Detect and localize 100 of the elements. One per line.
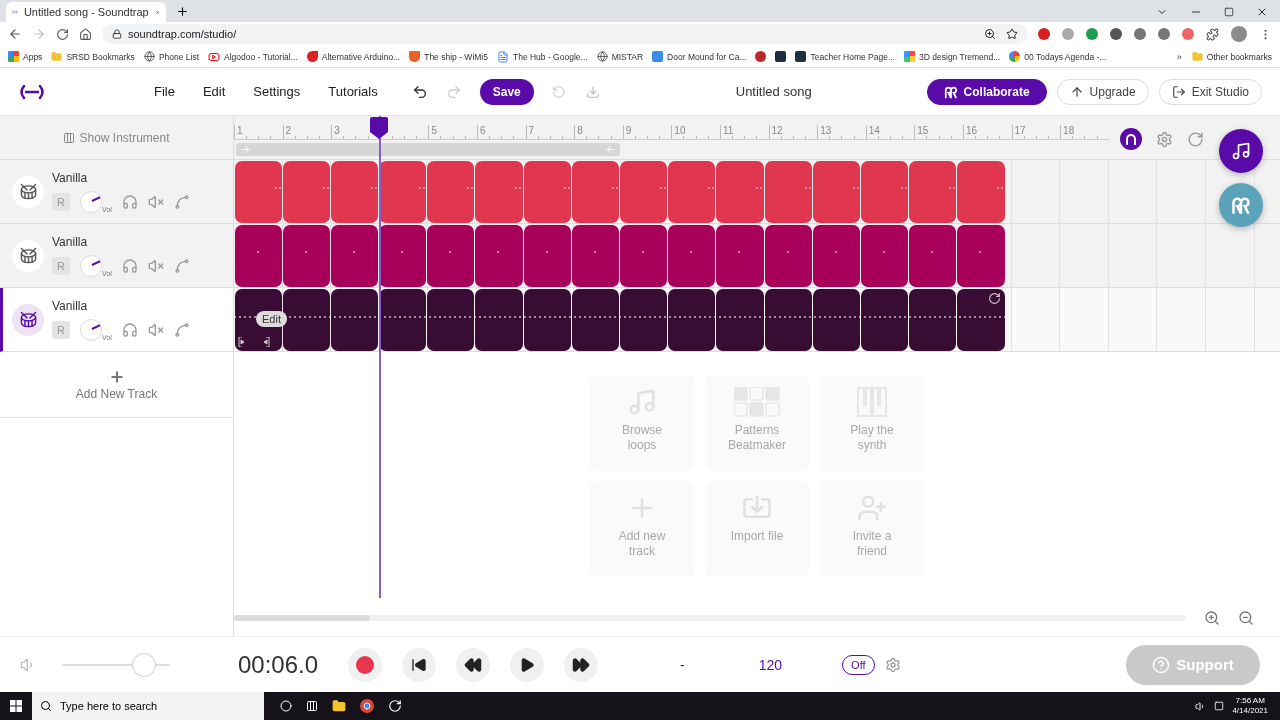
settings-icon[interactable] (884, 656, 901, 673)
pattern-region[interactable] (234, 224, 1005, 287)
tempo-display[interactable]: 120 (758, 656, 783, 673)
volume-knob[interactable] (80, 254, 102, 277)
header-button[interactable]: Collaborate (926, 78, 1047, 105)
automation-icon[interactable] (173, 193, 190, 210)
undo-icon[interactable] (411, 83, 428, 100)
loop-icon[interactable] (988, 291, 1001, 305)
automation-icon[interactable] (173, 321, 190, 338)
extension-icon[interactable] (1110, 28, 1122, 40)
loop-end-icon[interactable] (262, 336, 270, 347)
skip-back-button[interactable] (402, 647, 437, 682)
zoom-out-icon[interactable] (1238, 610, 1254, 626)
settings-icon[interactable] (1156, 130, 1173, 148)
menu-item[interactable]: Settings (253, 84, 301, 99)
google-icon (1009, 51, 1021, 62)
extension-icon[interactable] (1134, 28, 1146, 40)
extension-icon[interactable] (1158, 28, 1170, 40)
menu-item[interactable]: Edit (202, 84, 226, 99)
bar-number: 6 (476, 125, 526, 137)
back-icon[interactable] (8, 27, 22, 41)
play-button[interactable] (510, 647, 545, 682)
bar-number: 15 (914, 125, 963, 137)
header-button[interactable]: Upgrade (1056, 78, 1149, 105)
mute-icon[interactable] (147, 257, 164, 274)
add-track-button[interactable]: Add New Track (0, 368, 233, 418)
bookmark[interactable]: The ship - WiMi5 (409, 51, 488, 62)
playhead-marker[interactable] (370, 117, 388, 139)
taskbar-clock[interactable]: 7:56 AM 4/14/2021 (1232, 696, 1268, 716)
record-button[interactable] (348, 647, 383, 682)
reload-icon[interactable] (56, 27, 69, 41)
close-window-icon[interactable] (1256, 6, 1268, 18)
metronome-toggle[interactable]: Off (842, 654, 875, 675)
volume-knob[interactable] (80, 190, 102, 213)
rewind-button[interactable] (456, 647, 491, 682)
bookmark[interactable]: Door Mound for Ca... (652, 51, 747, 62)
loop-start-icon[interactable] (238, 336, 246, 347)
bookmark[interactable]: 3D design Tremend... (904, 51, 1001, 62)
menu-item[interactable]: Tutorials (328, 84, 378, 99)
headphones-icon[interactable] (121, 257, 138, 274)
video-icon (208, 50, 221, 63)
bookmark[interactable]: MISTAR (596, 51, 644, 62)
bookmark[interactable]: Apps (8, 51, 43, 62)
headphones-icon[interactable] (121, 321, 138, 338)
bookmark[interactable]: Phone List (143, 51, 200, 62)
task-view-icon[interactable] (306, 700, 318, 712)
menu-item[interactable]: File (154, 84, 175, 99)
automation-icon[interactable] (173, 257, 190, 274)
pattern-region[interactable] (234, 160, 1005, 223)
logo-icon[interactable] (18, 83, 46, 100)
header-button[interactable]: Exit Studio (1158, 78, 1262, 105)
star-icon[interactable] (1006, 28, 1018, 40)
bar-number: 8 (574, 125, 623, 137)
profile-avatar[interactable] (1231, 26, 1247, 42)
new-tab-icon[interactable] (176, 5, 189, 18)
bookmark[interactable]: Algodoo - Tutorial... (208, 50, 298, 63)
key-display[interactable]: - (680, 656, 685, 673)
fast-forward-button[interactable] (564, 647, 599, 682)
ball-icon[interactable] (755, 51, 767, 62)
extension-icon[interactable] (1038, 28, 1050, 40)
cortana-icon[interactable] (280, 700, 292, 712)
extension-icon[interactable] (1182, 28, 1194, 40)
grid-icon (795, 51, 807, 62)
bookmark[interactable]: Alternative Arduino... (306, 51, 401, 62)
bookmark[interactable]: Other bookmarks (1191, 51, 1272, 62)
network-icon[interactable] (1214, 701, 1225, 711)
people-icon (943, 84, 958, 99)
zoom-icon[interactable] (984, 28, 996, 40)
folder-icon[interactable] (332, 699, 346, 713)
extension-icon[interactable] (1086, 28, 1098, 40)
bookmark[interactable]: SRSD Bookmarks (51, 51, 135, 62)
maximize-icon[interactable] (1224, 7, 1234, 17)
browser-tab[interactable]: Untitled song - Soundtrap (6, 2, 166, 22)
song-title[interactable]: Untitled song (735, 84, 812, 99)
drum-icon[interactable] (12, 239, 44, 272)
mute-icon[interactable] (147, 193, 164, 210)
bar-number: 10 (671, 125, 720, 137)
headphones-icon[interactable] (121, 193, 138, 210)
zoom-in-icon[interactable] (1204, 610, 1220, 626)
drum-icon[interactable] (12, 303, 44, 336)
document-icon (496, 50, 509, 63)
bar-number: 18 (1060, 125, 1109, 137)
scrollbar[interactable] (234, 615, 1186, 621)
bookmark[interactable]: Teacher Home Page... (795, 51, 896, 62)
home-icon[interactable] (79, 27, 92, 41)
more-bookmarks[interactable]: » (1177, 51, 1182, 62)
save-button[interactable]: Save (479, 78, 534, 105)
bookmark[interactable]: The Hub - Google... (496, 50, 588, 63)
drum-icon[interactable] (12, 175, 44, 208)
mute-icon[interactable] (147, 321, 164, 338)
app-icon[interactable] (388, 699, 402, 713)
track-name: Vanilla (52, 234, 89, 249)
volume-thumb[interactable] (132, 652, 157, 677)
windows-icon[interactable] (10, 700, 22, 712)
volume-knob[interactable] (80, 318, 102, 341)
extensions-icon[interactable] (1206, 27, 1219, 41)
bookmark[interactable]: 00 Todays Agenda -... (1009, 51, 1107, 62)
taskbar-search[interactable]: Type here to search (32, 692, 264, 720)
address-bar[interactable]: soundtrap.com/studio/ (102, 24, 1028, 44)
browser-icon[interactable] (360, 699, 374, 713)
